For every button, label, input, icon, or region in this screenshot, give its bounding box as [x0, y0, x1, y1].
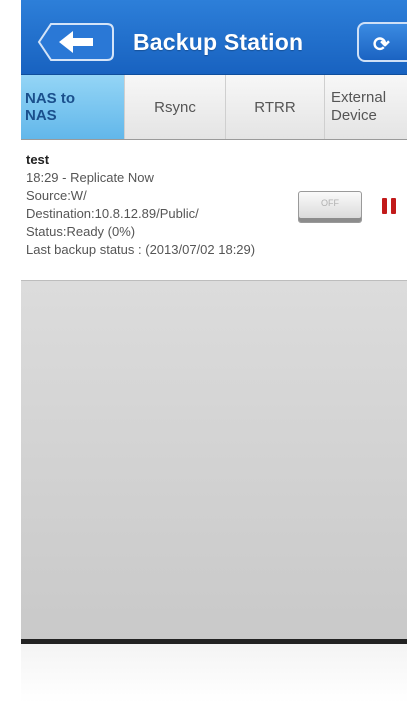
- job-status: Status:Ready (0%): [26, 224, 136, 239]
- job-toggle-switch[interactable]: OFF: [298, 191, 362, 223]
- header-bar: Backup Station ⟳: [21, 0, 407, 75]
- back-button[interactable]: [37, 22, 115, 62]
- backup-job-item[interactable]: test 18:29 - Replicate Now Source:W/ Des…: [21, 140, 407, 281]
- tab-label: RTRR: [254, 98, 296, 116]
- tab-bar: NAS to NAS Rsync RTRR External Device: [21, 75, 407, 140]
- pause-icon[interactable]: [380, 198, 400, 214]
- tab-label-line1: External: [331, 89, 387, 106]
- job-destination: Destination:10.8.12.89/Public/: [26, 206, 199, 221]
- empty-list-area: [21, 281, 407, 639]
- backup-station-screen: Backup Station ⟳ NAS to NAS Rsync RTRR E…: [21, 0, 407, 703]
- tab-label-line2: Device: [331, 107, 377, 124]
- refresh-icon: ⟳: [373, 34, 390, 56]
- refresh-button[interactable]: ⟳: [357, 22, 407, 62]
- arrow-left-icon: [37, 23, 114, 61]
- tab-nas-to-nas[interactable]: NAS to NAS: [21, 75, 125, 139]
- job-last-backup: Last backup status : (2013/07/02 18:29): [26, 242, 256, 257]
- job-schedule: 18:29 - Replicate Now: [26, 170, 154, 185]
- footer-area: [21, 644, 407, 703]
- tab-label-line2: NAS: [25, 107, 57, 124]
- job-name: test: [26, 152, 50, 167]
- job-details: test 18:29 - Replicate Now Source:W/ Des…: [26, 151, 326, 259]
- toggle-label: OFF: [321, 198, 339, 208]
- tab-label: Rsync: [154, 98, 196, 116]
- tab-external-device[interactable]: External Device: [325, 75, 407, 139]
- tab-rtrr[interactable]: RTRR: [226, 75, 325, 139]
- page-title: Backup Station: [133, 29, 304, 55]
- job-source: Source:W/: [26, 188, 87, 203]
- tab-label-line1: NAS to: [25, 90, 75, 107]
- tab-rsync[interactable]: Rsync: [125, 75, 226, 139]
